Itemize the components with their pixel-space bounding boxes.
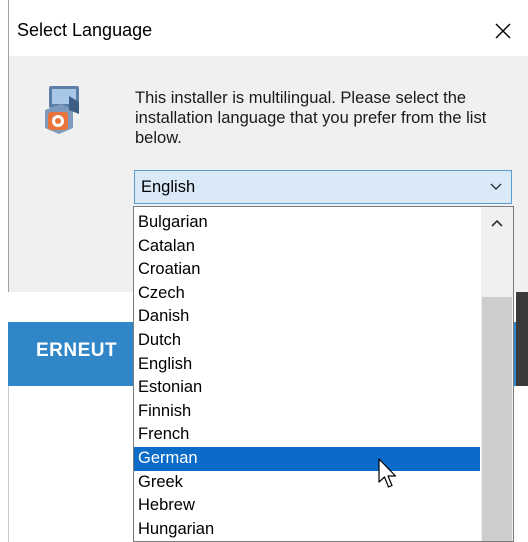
installer-icon bbox=[45, 86, 79, 134]
language-option[interactable]: Greek bbox=[134, 471, 480, 495]
language-option[interactable]: French bbox=[134, 423, 480, 447]
language-option[interactable]: Hebrew bbox=[134, 494, 480, 518]
scrollbar-thumb[interactable] bbox=[482, 297, 512, 541]
background-divider bbox=[8, 386, 9, 542]
background-edge bbox=[516, 290, 528, 386]
title-bar: Select Language bbox=[9, 0, 528, 56]
mouse-cursor-icon bbox=[378, 458, 397, 488]
instruction-text: This installer is multilingual. Please s… bbox=[135, 89, 487, 147]
language-option[interactable]: Bulgarian bbox=[134, 211, 480, 235]
scroll-up-button[interactable] bbox=[481, 207, 513, 241]
language-option[interactable]: Danish bbox=[134, 305, 480, 329]
language-option[interactable]: Catalan bbox=[134, 235, 480, 259]
language-option[interactable]: English bbox=[134, 353, 480, 377]
chevron-down-icon bbox=[490, 183, 502, 190]
language-dropdown-list: Bulgarian Catalan Croatian Czech Danish … bbox=[133, 206, 514, 542]
language-option[interactable]: Finnish bbox=[134, 400, 480, 424]
language-options: Bulgarian Catalan Croatian Czech Danish … bbox=[134, 211, 480, 541]
close-icon bbox=[495, 23, 511, 39]
dialog-title: Select Language bbox=[17, 20, 153, 40]
language-option-highlighted[interactable]: German bbox=[134, 446, 480, 471]
language-option[interactable]: Czech bbox=[134, 282, 480, 306]
language-option[interactable]: Dutch bbox=[134, 329, 480, 353]
chevron-up-icon bbox=[491, 219, 503, 227]
language-option[interactable]: Hungarian bbox=[134, 518, 480, 541]
language-option[interactable]: Croatian bbox=[134, 258, 480, 282]
background-banner-text: ERNEUT bbox=[36, 340, 118, 361]
close-button[interactable] bbox=[485, 14, 521, 48]
language-select[interactable]: English bbox=[134, 170, 512, 204]
language-option[interactable]: Estonian bbox=[134, 376, 480, 400]
language-select-value: English bbox=[141, 178, 196, 196]
dropdown-scrollbar[interactable] bbox=[481, 207, 513, 541]
